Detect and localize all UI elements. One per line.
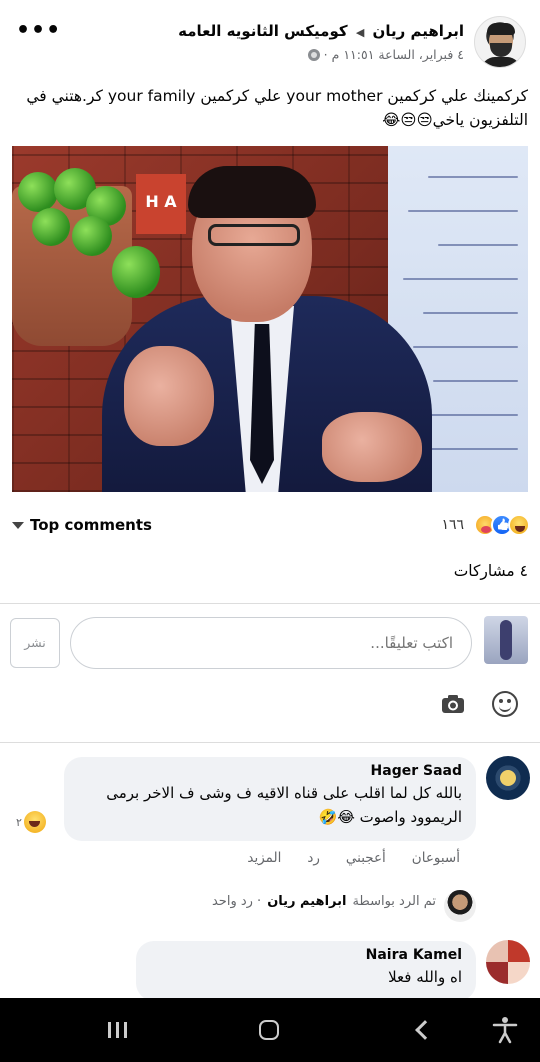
current-user-avatar [484, 616, 528, 664]
system-nav-bar [0, 998, 540, 1062]
back-icon[interactable] [415, 1020, 435, 1040]
comment-timestamp: أسبوعان [411, 850, 460, 866]
home-icon[interactable] [259, 1020, 279, 1040]
post-image[interactable]: H A [12, 146, 528, 492]
accessibility-icon[interactable] [492, 1016, 518, 1044]
divider [0, 603, 540, 604]
camera-icon[interactable] [441, 694, 465, 714]
reply-prefix: تم الرد بواسطة [352, 894, 436, 909]
commenter-avatar[interactable] [486, 940, 530, 984]
comment-text: بالله كل لما اقلب على قناه الاقيه ف وشى … [106, 784, 462, 826]
top-comments-label: Top comments [30, 516, 152, 534]
like-comment-button[interactable]: أعجبني [346, 850, 386, 866]
post-date[interactable]: ٤ فبراير، الساعة ١١:٥١ م · [324, 47, 464, 62]
replier-name: ابراهيم ريان [267, 894, 347, 909]
post-title: ابراهيم ريان ◀ كوميكس الثانويه العامه [178, 22, 464, 40]
post-text: كركمينك علي كركمين your mother علي كركمي… [26, 87, 528, 129]
author-avatar[interactable] [474, 16, 526, 68]
comment-reaction-count: ٢ [16, 815, 22, 829]
post-comment-button[interactable]: نشر [10, 618, 60, 668]
comment-actions: أسبوعان أعجبني رد المزيد [247, 850, 460, 866]
commenter-avatar[interactable] [486, 756, 530, 800]
top-comments-toggle[interactable]: Top comments [12, 516, 152, 534]
image-sign: H A [136, 174, 186, 234]
reply-count: · رد واحد [211, 894, 262, 909]
comment-bubble: Naira Kamel اه والله فعلا [136, 941, 476, 1001]
divider [0, 742, 540, 743]
haha-reaction-icon [508, 514, 530, 536]
globe-icon [307, 48, 320, 61]
author-name[interactable]: ابراهيم ريان [373, 22, 464, 40]
group-name[interactable]: كوميكس الثانويه العامه [178, 22, 347, 40]
reaction-summary[interactable]: ١٦٦ [441, 514, 530, 536]
comment-bubble: Hager Saad بالله كل لما اقلب على قناه ال… [64, 757, 476, 841]
comment-text: اه والله فعلا [388, 968, 462, 986]
reaction-count: ١٦٦ [441, 517, 464, 533]
commenter-name[interactable]: Hager Saad [78, 763, 462, 779]
share-count[interactable]: ٤ مشاركات [454, 562, 528, 580]
post-meta: ٤ فبراير، الساعة ١١:٥١ م · [307, 47, 464, 62]
comment-input[interactable] [70, 617, 472, 669]
caret-right-icon: ◀ [355, 26, 365, 39]
view-replies-link[interactable]: تم الرد بواسطة ابراهيم ريان · رد واحد [212, 894, 436, 909]
replier-avatar [444, 890, 476, 922]
haha-reaction-icon [23, 811, 46, 833]
more-options-icon[interactable]: ••• [16, 20, 61, 42]
commenter-name[interactable]: Naira Kamel [150, 947, 462, 963]
reply-comment-button[interactable]: رد [307, 850, 320, 866]
caret-down-icon [12, 521, 24, 529]
reaction-icons [474, 514, 530, 536]
recent-apps-icon[interactable] [108, 1022, 128, 1038]
comment-reaction-badge[interactable]: ٢ [16, 811, 46, 833]
post-header: ابراهيم ريان ◀ كوميكس الثانويه العامه ٤ … [0, 14, 540, 74]
more-comment-button[interactable]: المزيد [247, 850, 281, 866]
emoji-icon[interactable] [492, 691, 518, 717]
